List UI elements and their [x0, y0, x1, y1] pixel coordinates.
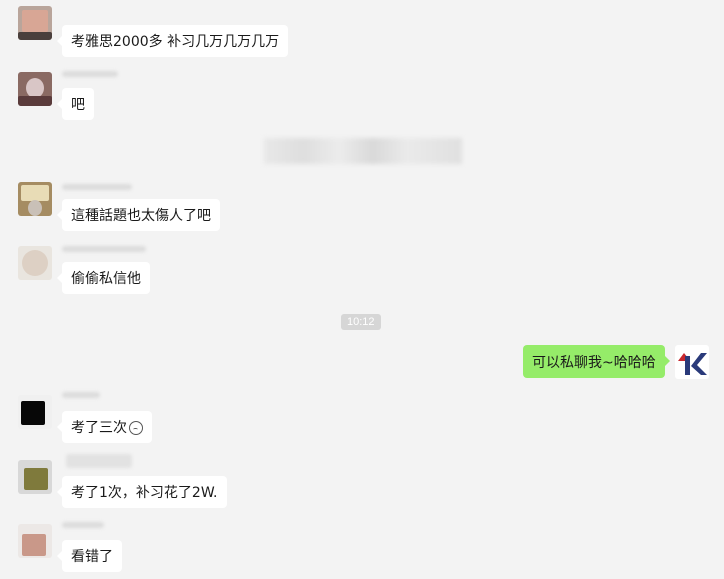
- sender-name: [66, 454, 132, 468]
- avatar[interactable]: [18, 72, 52, 106]
- message-text: 吧: [71, 97, 85, 113]
- avatar[interactable]: [18, 395, 52, 429]
- timestamp: 10:12: [341, 314, 381, 330]
- message-text: 考了三次: [71, 420, 127, 436]
- message-bubble-own: 可以私聊我~哈哈哈: [523, 345, 670, 378]
- sender-name: [62, 246, 146, 252]
- message-bubble: 考了1次，补习花了2W.: [57, 476, 227, 508]
- k-logo-icon: [678, 353, 707, 375]
- sender-name: [62, 392, 100, 398]
- avatar-own[interactable]: [675, 345, 709, 379]
- message-text: 考雅思2000多 补习几万几万几万: [71, 34, 280, 50]
- message-bubble: 考了三次: [57, 411, 152, 443]
- avatar[interactable]: [18, 182, 52, 216]
- message-text: 這種話題也太傷人了吧: [71, 208, 211, 224]
- message-bubble: 偷偷私信他: [57, 262, 150, 294]
- message-bubble: 吧: [57, 88, 94, 120]
- avatar[interactable]: [18, 6, 52, 40]
- system-notice: [264, 138, 462, 164]
- message-bubble: 看错了: [57, 540, 122, 572]
- message-text: 考了1次，补习花了2W.: [71, 485, 218, 501]
- face-emoji-icon: [129, 421, 143, 435]
- avatar[interactable]: [18, 524, 52, 558]
- message-text: 看错了: [71, 549, 113, 565]
- sender-name: [62, 71, 118, 77]
- message-text: 可以私聊我~哈哈哈: [532, 354, 656, 371]
- sender-name: [62, 184, 132, 190]
- message-text: 偷偷私信他: [71, 271, 141, 287]
- message-bubble: 考雅思2000多 补习几万几万几万: [56, 25, 289, 57]
- avatar[interactable]: [18, 246, 52, 280]
- avatar[interactable]: [18, 460, 52, 494]
- message-bubble: 這種話題也太傷人了吧: [57, 199, 220, 231]
- sender-name: [62, 522, 104, 528]
